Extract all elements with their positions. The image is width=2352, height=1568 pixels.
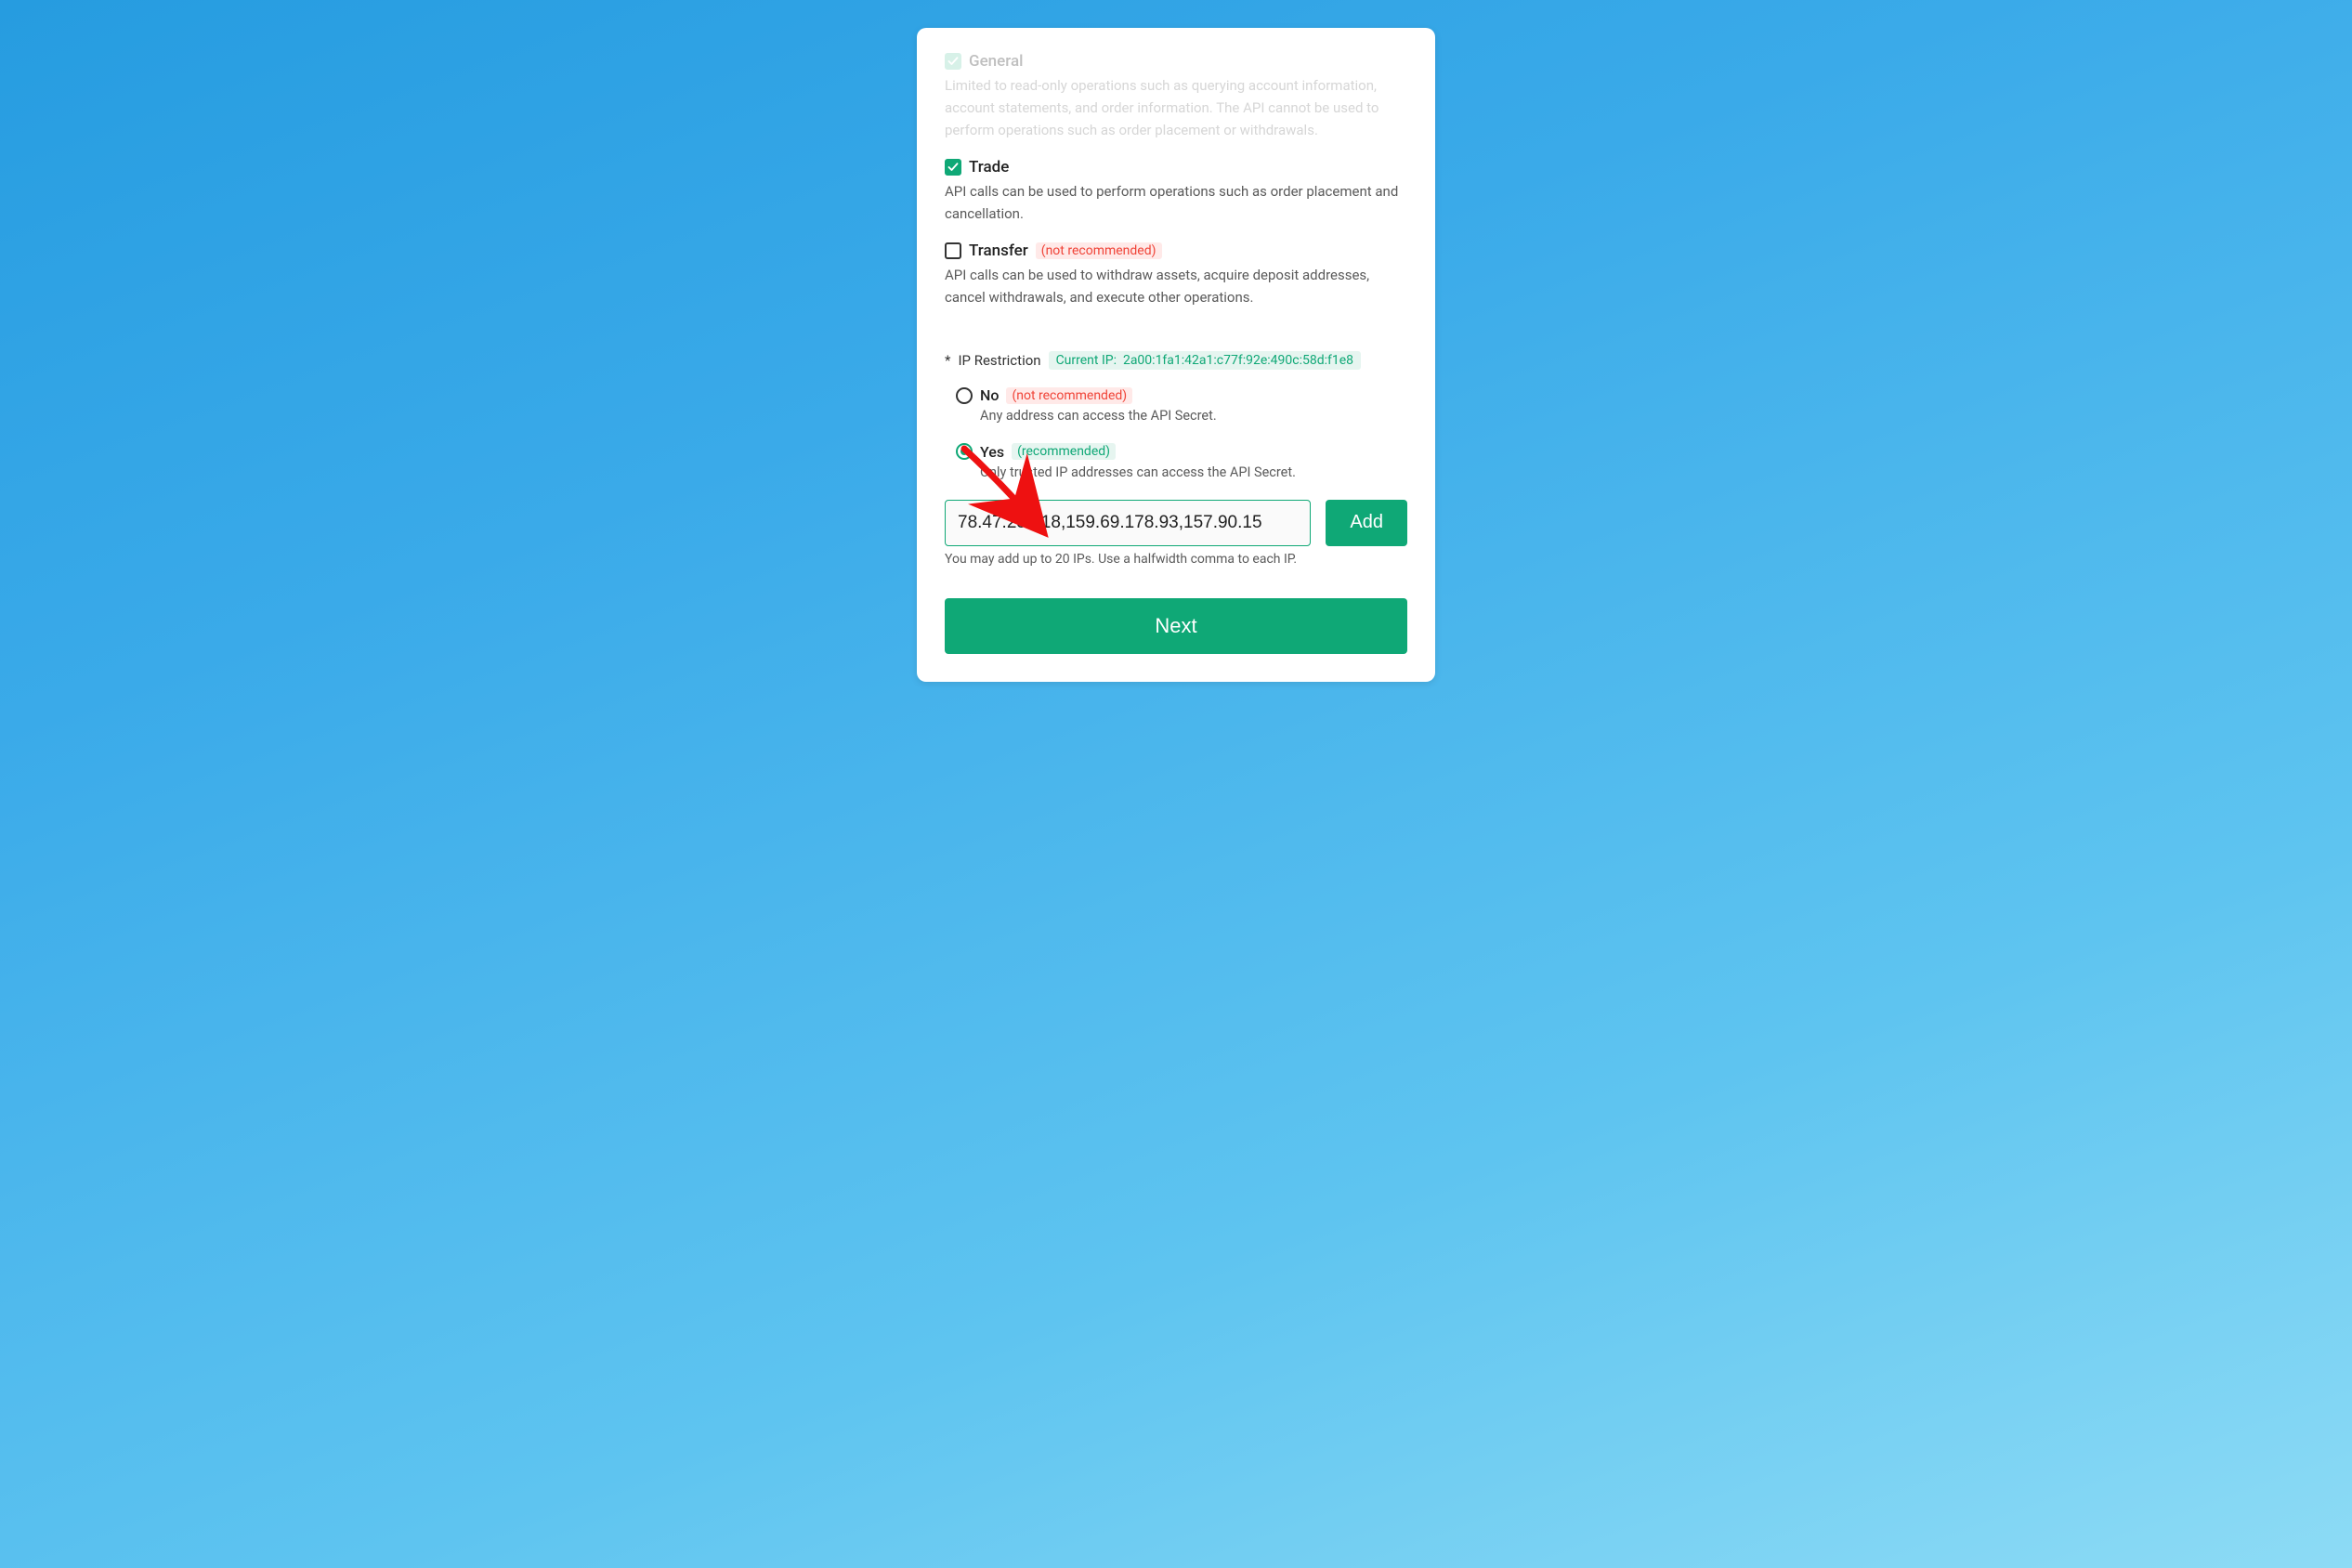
ip-input-row: Add xyxy=(945,500,1407,546)
ip-hint-text: You may add up to 20 IPs. Use a halfwidt… xyxy=(945,552,1407,567)
badge-not-recommended: (not recommended) xyxy=(1036,242,1162,259)
required-asterisk: * xyxy=(945,352,950,369)
radio-no[interactable] xyxy=(956,387,973,404)
ip-restriction-header: * IP Restriction Current IP: 2a00:1fa1:4… xyxy=(945,351,1407,370)
next-button[interactable]: Next xyxy=(945,598,1407,654)
permission-transfer: Transfer (not recommended) API calls can… xyxy=(945,242,1407,308)
permission-desc: API calls can be used to withdraw assets… xyxy=(945,264,1407,308)
current-ip-value: 2a00:1fa1:42a1:c77f:92e:490c:58d:f1e8 xyxy=(1123,353,1353,368)
checkbox-general xyxy=(945,53,961,70)
radio-yes[interactable] xyxy=(956,443,973,460)
current-ip-chip: Current IP: 2a00:1fa1:42a1:c77f:92e:490c… xyxy=(1049,351,1361,370)
permission-trade: Trade API calls can be used to perform o… xyxy=(945,158,1407,225)
badge-not-recommended: (not recommended) xyxy=(1006,387,1132,404)
permission-title: Transfer xyxy=(969,242,1028,260)
check-icon xyxy=(947,56,959,67)
permission-title: Trade xyxy=(969,158,1009,176)
current-ip-label: Current IP: xyxy=(1056,353,1117,368)
ip-restriction-label: IP Restriction xyxy=(958,352,1040,369)
radio-desc: Any address can access the API Secret. xyxy=(980,406,1407,426)
radio-label: No xyxy=(980,386,999,404)
add-button[interactable]: Add xyxy=(1326,500,1407,546)
badge-recommended: (recommended) xyxy=(1012,443,1116,460)
checkbox-transfer[interactable] xyxy=(945,242,961,259)
permission-general: General Limited to read-only operations … xyxy=(945,52,1407,141)
permission-desc: API calls can be used to perform operati… xyxy=(945,180,1407,225)
ip-restriction-yes: Yes (recommended) Only trusted IP addres… xyxy=(945,443,1407,483)
radio-label: Yes xyxy=(980,443,1004,461)
permission-title: General xyxy=(969,52,1023,71)
ip-restriction-no: No (not recommended) Any address can acc… xyxy=(945,386,1407,426)
ip-address-input[interactable] xyxy=(945,500,1311,546)
radio-desc: Only trusted IP addresses can access the… xyxy=(980,463,1407,483)
api-settings-card: General Limited to read-only operations … xyxy=(917,28,1435,682)
permission-desc: Limited to read-only operations such as … xyxy=(945,74,1407,141)
checkbox-trade[interactable] xyxy=(945,159,961,176)
check-icon xyxy=(947,162,959,173)
